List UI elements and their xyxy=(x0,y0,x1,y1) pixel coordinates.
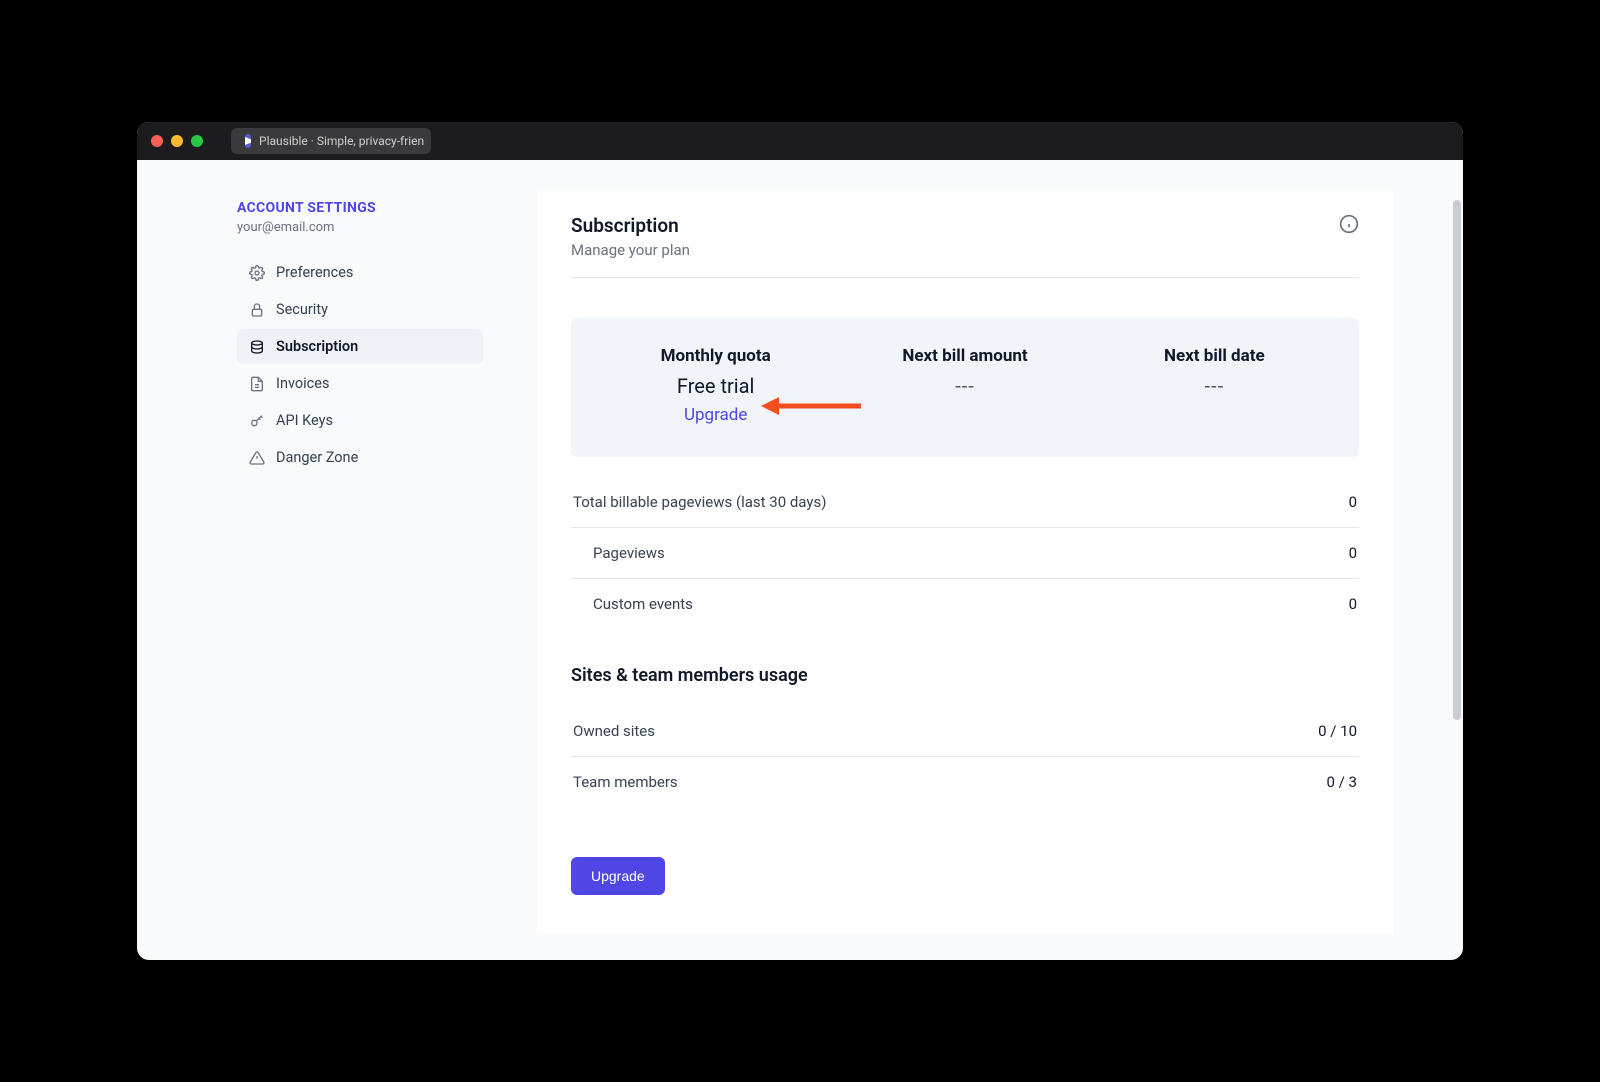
sidebar-item-danger-zone[interactable]: Danger Zone xyxy=(237,440,483,475)
usage-row-label: Pageviews xyxy=(593,544,665,562)
gear-icon xyxy=(249,265,265,281)
usage-row: Pageviews 0 xyxy=(571,528,1359,579)
sidebar-item-label: Invoices xyxy=(276,375,329,392)
sidebar-item-label: Danger Zone xyxy=(276,449,358,466)
upgrade-link[interactable]: Upgrade xyxy=(684,405,747,425)
quota-value-bill-date: --- xyxy=(1090,374,1339,398)
browser-tab[interactable]: Plausible · Simple, privacy-frien xyxy=(231,128,431,154)
sites-row: Owned sites 0 / 10 xyxy=(571,706,1359,757)
sites-section-title: Sites & team members usage xyxy=(571,665,1359,686)
sidebar-item-security[interactable]: Security xyxy=(237,292,483,327)
plausible-favicon-icon xyxy=(245,134,251,148)
maximize-window-button[interactable] xyxy=(191,135,203,147)
usage-row: Custom events 0 xyxy=(571,579,1359,629)
sites-row-value: 0 / 10 xyxy=(1318,722,1357,740)
sidebar-item-label: Subscription xyxy=(276,338,358,355)
page-title: Subscription xyxy=(571,214,690,237)
sidebar-heading: ACCOUNT SETTINGS xyxy=(237,200,517,216)
usage-row-value: 0 xyxy=(1349,544,1357,562)
warning-icon xyxy=(249,450,265,466)
info-icon[interactable] xyxy=(1339,214,1359,234)
document-icon xyxy=(249,376,265,392)
quota-value-bill-amount: --- xyxy=(840,374,1089,398)
sites-row-label: Owned sites xyxy=(573,722,655,740)
minimize-window-button[interactable] xyxy=(171,135,183,147)
main-content: Subscription Manage your plan Monthly qu… xyxy=(517,160,1463,960)
sidebar-item-preferences[interactable]: Preferences xyxy=(237,255,483,290)
sites-row-label: Team members xyxy=(573,773,678,791)
upgrade-button[interactable]: Upgrade xyxy=(571,857,665,895)
quota-value-monthly: Free trial xyxy=(591,374,840,398)
quota-label-bill-amount: Next bill amount xyxy=(840,346,1089,366)
sidebar-item-label: Security xyxy=(276,301,328,318)
usage-row: Total billable pageviews (last 30 days) 0 xyxy=(571,477,1359,528)
quota-label-bill-date: Next bill date xyxy=(1090,346,1339,366)
close-window-button[interactable] xyxy=(151,135,163,147)
sidebar-item-invoices[interactable]: Invoices xyxy=(237,366,483,401)
tab-title: Plausible · Simple, privacy-frien xyxy=(259,134,424,148)
sidebar: ACCOUNT SETTINGS your@email.com Preferen… xyxy=(137,160,517,960)
window-titlebar: Plausible · Simple, privacy-frien xyxy=(137,122,1463,160)
quota-label-monthly: Monthly quota xyxy=(591,346,840,366)
sidebar-item-subscription[interactable]: Subscription xyxy=(237,329,483,364)
key-icon xyxy=(249,413,265,429)
scrollbar[interactable] xyxy=(1453,200,1461,720)
quota-panel: Monthly quota Free trial Upgrade Next bi… xyxy=(571,318,1359,457)
stack-icon xyxy=(249,339,265,355)
lock-icon xyxy=(249,302,265,318)
page-subtitle: Manage your plan xyxy=(571,241,690,259)
sites-row-value: 0 / 3 xyxy=(1327,773,1358,791)
sites-row: Team members 0 / 3 xyxy=(571,757,1359,807)
usage-row-label: Custom events xyxy=(593,595,693,613)
usage-row-label: Total billable pageviews (last 30 days) xyxy=(573,493,826,511)
sidebar-item-label: Preferences xyxy=(276,264,353,281)
sidebar-item-api-keys[interactable]: API Keys xyxy=(237,403,483,438)
sidebar-email: your@email.com xyxy=(237,220,517,235)
usage-row-value: 0 xyxy=(1349,595,1357,613)
divider xyxy=(571,277,1359,278)
usage-row-value: 0 xyxy=(1349,493,1357,511)
sidebar-item-label: API Keys xyxy=(276,412,333,429)
